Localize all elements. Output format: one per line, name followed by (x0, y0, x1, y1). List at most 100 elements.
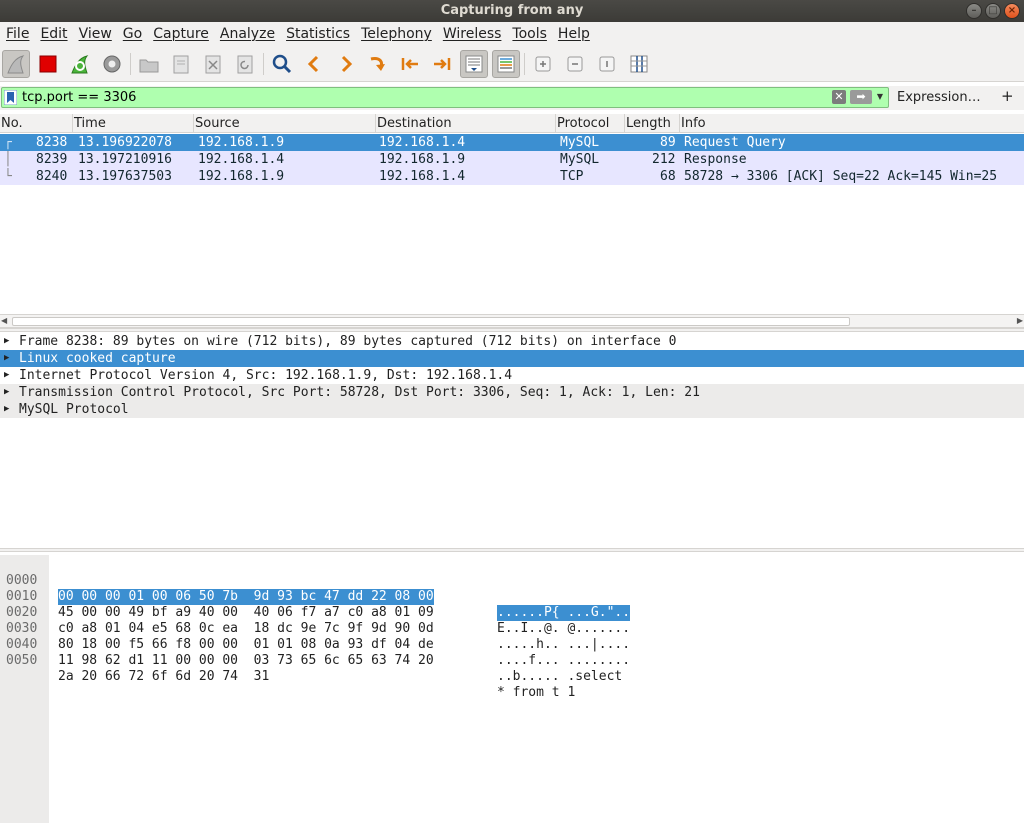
scroll-right-icon[interactable]: ▶ (1017, 315, 1023, 327)
last-packet-icon (434, 57, 451, 70)
normal-size-button[interactable] (593, 50, 621, 78)
tree-item-label: Frame 8238: 89 bytes on wire (712 bits),… (19, 334, 677, 349)
tree-item-mysql[interactable]: ▶ MySQL Protocol (0, 401, 1024, 418)
menu-help[interactable]: Help (554, 26, 594, 42)
cell-no: 8240 (36, 169, 68, 184)
resize-columns-button[interactable] (625, 50, 653, 78)
bytes-row[interactable]: 0040 11 98 62 d1 11 00 00 00 03 73 65 6c… (0, 621, 1024, 684)
tree-item-frame[interactable]: ▶ Frame 8238: 89 bytes on wire (712 bits… (0, 333, 1024, 350)
scrollbar-thumb[interactable] (12, 317, 850, 326)
tree-item-tcp[interactable]: ▶ Transmission Control Protocol, Src Por… (0, 384, 1024, 401)
reload-file-button[interactable] (231, 50, 259, 78)
apply-filter-arrow-icon[interactable]: ➡ (850, 90, 872, 104)
go-back-button[interactable] (300, 50, 328, 78)
start-capture-button[interactable] (2, 49, 30, 78)
minimize-button[interactable]: – (966, 3, 982, 19)
bytes-row[interactable]: 0000 00 00 00 01 00 06 50 7b 9d 93 bc 47… (0, 557, 1024, 621)
bytes-ascii[interactable]: ....f... ........ (497, 653, 630, 669)
bytes-hex[interactable]: 11 98 62 d1 11 00 00 00 03 73 65 6c 65 6… (58, 653, 434, 669)
column-header-time[interactable]: Time (73, 114, 194, 133)
toolbar-separator (130, 52, 131, 75)
horizontal-scrollbar[interactable]: ◀ ▶ (0, 314, 1024, 328)
display-filter-field[interactable]: tcp.port == 3306 ✕ ➡ ▼ (1, 87, 889, 108)
capture-options-button[interactable] (98, 50, 126, 78)
find-packet-button[interactable] (268, 50, 296, 78)
cell-source: 192.168.1.9 (198, 135, 285, 150)
go-to-packet-button[interactable] (364, 50, 392, 78)
column-header-source[interactable]: Source (194, 114, 376, 133)
restart-capture-button[interactable] (66, 50, 94, 78)
conversation-bracket-end: └ (4, 169, 12, 184)
menu-wireless[interactable]: Wireless (439, 26, 506, 42)
menu-telephony[interactable]: Telephony (357, 26, 436, 42)
packet-list-pane: No. Time Source Destination Protocol Len… (0, 114, 1024, 328)
tree-item-linux-cooked[interactable]: ▶ Linux cooked capture (0, 350, 1024, 367)
bytes-ascii[interactable]: * from t 1 (497, 685, 575, 701)
chevron-down-icon[interactable]: ▼ (874, 90, 886, 104)
first-packet-button[interactable] (396, 50, 424, 78)
table-row[interactable]: │ 8239 13.197210916 192.168.1.4 192.168.… (0, 151, 1024, 168)
tree-item-label: Transmission Control Protocol, Src Port:… (19, 385, 700, 400)
table-row[interactable]: └ 8240 13.197637503 192.168.1.9 192.168.… (0, 168, 1024, 185)
bytes-row[interactable]: 0050 2a 20 66 72 6f 6d 20 74 31 * from t… (0, 637, 1024, 700)
conversation-bracket-mid: │ (4, 152, 12, 167)
table-row[interactable]: ┌ 8238 13.196922078 192.168.1.9 192.168.… (0, 134, 1024, 151)
bytes-offset: 0050 (6, 653, 38, 668)
stop-capture-button[interactable] (34, 50, 62, 78)
pane-splitter[interactable] (0, 548, 1024, 552)
menu-tools[interactable]: Tools (508, 26, 551, 42)
add-filter-button[interactable]: + (1001, 86, 1014, 107)
bytes-ascii[interactable]: ..b..... .select (497, 669, 630, 685)
menu-statistics[interactable]: Statistics (282, 26, 354, 42)
zoom-out-button[interactable] (561, 50, 589, 78)
packet-bytes-pane: 0000 00 00 00 01 00 06 50 7b 9d 93 bc 47… (0, 555, 1024, 823)
tree-item-label: MySQL Protocol (19, 402, 129, 417)
column-header-protocol[interactable]: Protocol (556, 114, 625, 133)
autoscroll-button[interactable] (460, 49, 488, 78)
tree-item-ipv4[interactable]: ▶ Internet Protocol Version 4, Src: 192.… (0, 367, 1024, 384)
go-to-packet-icon (370, 56, 385, 71)
cell-length: 89 (660, 135, 676, 150)
zoom-in-button[interactable] (529, 50, 557, 78)
cell-info: Request Query (684, 135, 786, 150)
cell-destination: 192.168.1.4 (379, 135, 466, 150)
menu-edit[interactable]: Edit (36, 26, 71, 42)
filter-input-text[interactable]: tcp.port == 3306 (22, 88, 136, 107)
close-file-button[interactable] (199, 50, 227, 78)
scroll-left-icon[interactable]: ◀ (1, 315, 7, 327)
close-window-button[interactable]: × (1004, 3, 1020, 19)
bytes-hex[interactable]: 2a 20 66 72 6f 6d 20 74 31 (58, 669, 269, 685)
cell-protocol: MySQL (560, 135, 600, 150)
toolbar-separator (263, 52, 264, 75)
column-header-info[interactable]: Info (680, 114, 1024, 133)
maximize-button[interactable]: □ (985, 3, 1001, 19)
expand-arrow-icon[interactable]: ▶ (4, 350, 9, 367)
colorize-button[interactable] (492, 49, 520, 78)
bytes-row[interactable]: 0010 45 00 00 49 bf a9 40 00 40 06 f7 a7… (0, 573, 1024, 636)
menu-view[interactable]: View (75, 26, 116, 42)
column-header-destination[interactable]: Destination (376, 114, 556, 133)
last-packet-button[interactable] (428, 50, 456, 78)
menu-capture[interactable]: Capture (149, 26, 213, 42)
go-forward-button[interactable] (332, 50, 360, 78)
menu-go[interactable]: Go (119, 26, 146, 42)
column-header-no[interactable]: No. (0, 114, 73, 133)
save-file-button[interactable] (167, 50, 195, 78)
open-file-button[interactable] (135, 50, 163, 78)
restart-icon (71, 54, 89, 73)
clear-filter-icon[interactable]: ✕ (832, 90, 846, 104)
menu-file[interactable]: File (2, 26, 33, 42)
expression-button[interactable]: Expression… (897, 87, 981, 108)
cell-protocol: MySQL (560, 152, 600, 167)
menu-analyze[interactable]: Analyze (216, 26, 279, 42)
expand-arrow-icon[interactable]: ▶ (4, 333, 9, 350)
expand-arrow-icon[interactable]: ▶ (4, 384, 9, 401)
window-controls: – □ × (966, 3, 1020, 19)
expand-arrow-icon[interactable]: ▶ (4, 401, 9, 418)
bytes-row[interactable]: 0030 80 18 00 f5 66 f8 00 00 01 01 08 0a… (0, 605, 1024, 668)
expand-arrow-icon[interactable]: ▶ (4, 367, 9, 384)
bytes-row[interactable]: 0020 c0 a8 01 04 e5 68 0c ea 18 dc 9e 7c… (0, 589, 1024, 652)
bookmark-icon[interactable] (4, 90, 17, 105)
column-header-length[interactable]: Length (625, 114, 680, 133)
zoom-out-icon (567, 56, 583, 71)
